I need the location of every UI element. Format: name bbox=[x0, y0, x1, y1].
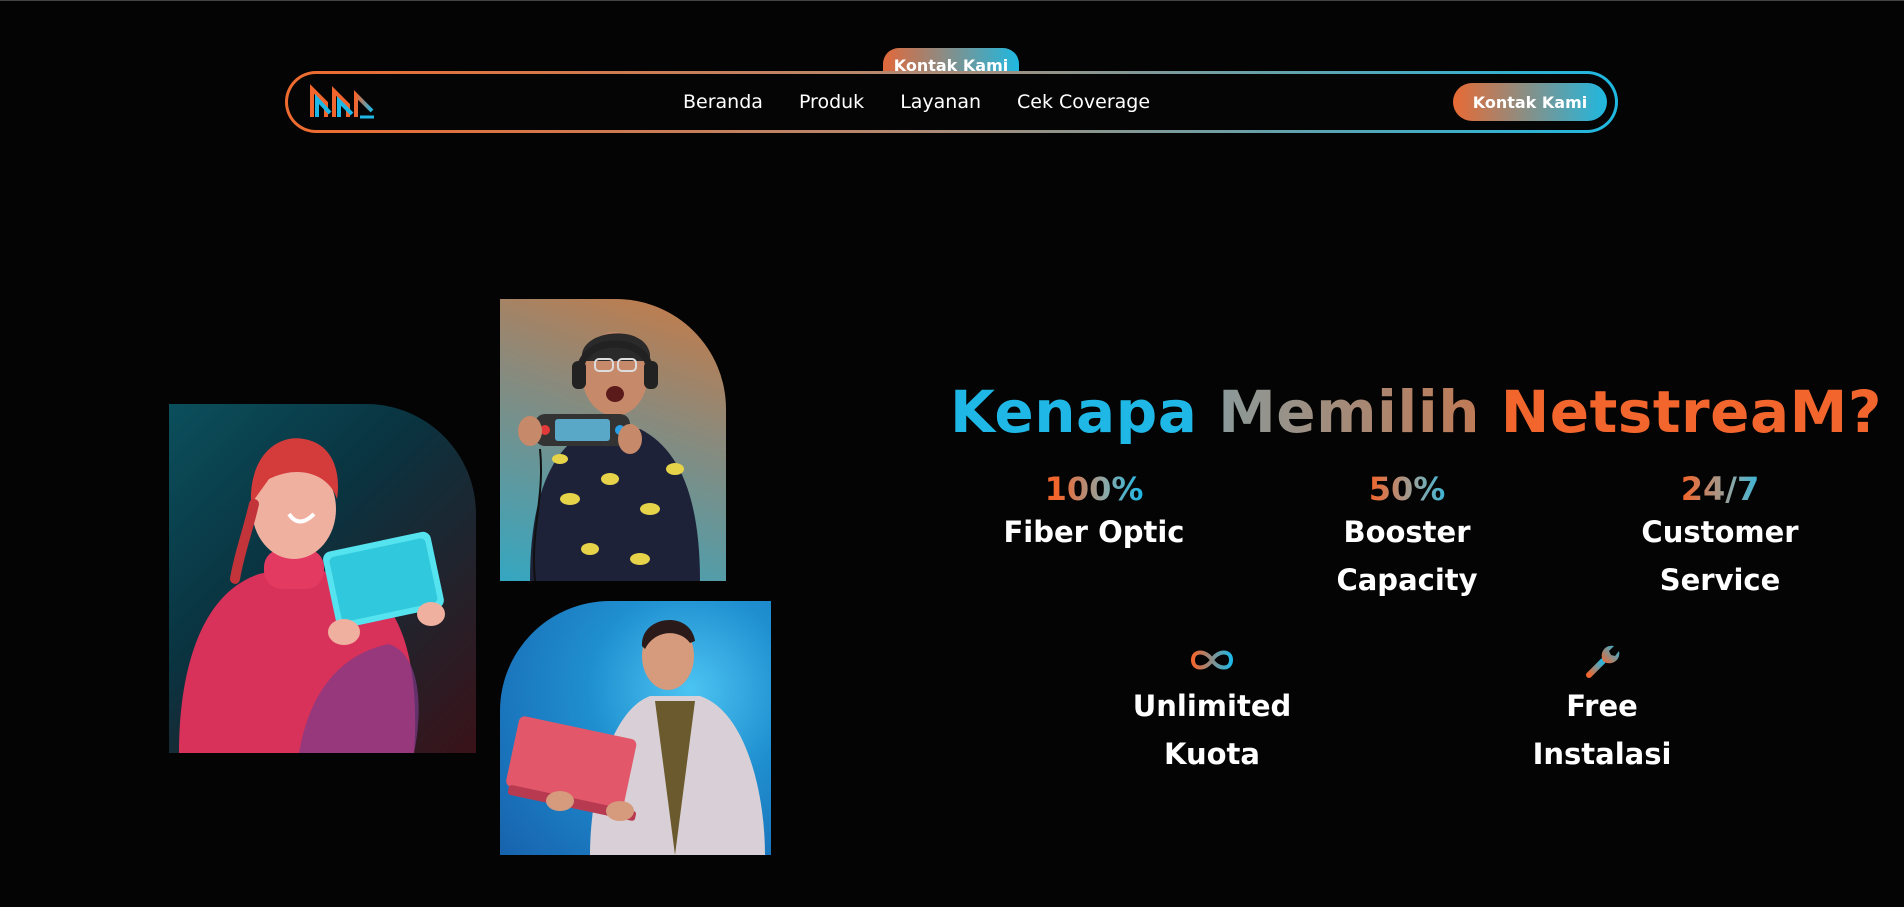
feature-label-line2: Instalasi bbox=[1532, 737, 1672, 771]
infinity-icon bbox=[1092, 640, 1332, 680]
feature-label-line1: Booster bbox=[1343, 515, 1471, 549]
gamer-photo bbox=[500, 299, 726, 581]
feature-unlimited-kuota: Unlimited Kuota bbox=[1092, 640, 1332, 778]
feature-label-line2: Service bbox=[1659, 563, 1781, 597]
feature-label-line2: Capacity bbox=[1336, 563, 1478, 597]
feature-stat: 50% bbox=[1287, 470, 1527, 508]
feature-free-instalasi: Free Instalasi bbox=[1482, 640, 1722, 778]
wrench-icon bbox=[1482, 640, 1722, 680]
nav-links: Beranda Produk Layanan Cek Coverage bbox=[683, 74, 1150, 130]
nav-link-layanan[interactable]: Layanan bbox=[900, 91, 981, 113]
nav-link-produk[interactable]: Produk bbox=[799, 91, 864, 113]
feature-label-line1: Customer bbox=[1641, 515, 1799, 549]
man-with-laptop-photo bbox=[500, 601, 771, 855]
nav-link-cek-coverage[interactable]: Cek Coverage bbox=[1017, 91, 1150, 113]
feature-label-line2: Kuota bbox=[1164, 737, 1260, 771]
navbar: Beranda Produk Layanan Cek Coverage Kont… bbox=[285, 71, 1618, 133]
contact-button[interactable]: Kontak Kami bbox=[1453, 83, 1607, 121]
why-choose-heading: Kenapa Memilih NetstreaM? bbox=[950, 378, 1881, 446]
top-divider bbox=[0, 0, 1904, 1]
feature-stat: 24/7 bbox=[1600, 470, 1840, 508]
woman-with-tablet-photo bbox=[169, 404, 476, 753]
feature-label: Fiber Optic bbox=[1003, 515, 1185, 549]
feature-customer-service: 24/7 Customer Service bbox=[1600, 470, 1840, 604]
contact-button-label: Kontak Kami bbox=[1472, 92, 1588, 112]
heading-word-netstream: NetstreaM? bbox=[1500, 378, 1882, 446]
feature-booster-capacity: 50% Booster Capacity bbox=[1287, 470, 1527, 604]
feature-fiber-optic: 100% Fiber Optic bbox=[974, 470, 1214, 556]
feature-label-line1: Unlimited bbox=[1132, 689, 1292, 723]
netstream-logo-icon[interactable] bbox=[308, 83, 378, 121]
heading-word-kenapa: Kenapa bbox=[950, 378, 1198, 446]
feature-label-line1: Free bbox=[1566, 689, 1638, 723]
page: Kontak Kami Beranda Produk Layanan Cek C… bbox=[0, 0, 1904, 907]
feature-stat: 100% bbox=[974, 470, 1214, 508]
navbar-inner: Beranda Produk Layanan Cek Coverage Kont… bbox=[288, 74, 1615, 130]
heading-word-memilih: Memilih bbox=[1218, 378, 1480, 446]
nav-link-beranda[interactable]: Beranda bbox=[683, 91, 763, 113]
